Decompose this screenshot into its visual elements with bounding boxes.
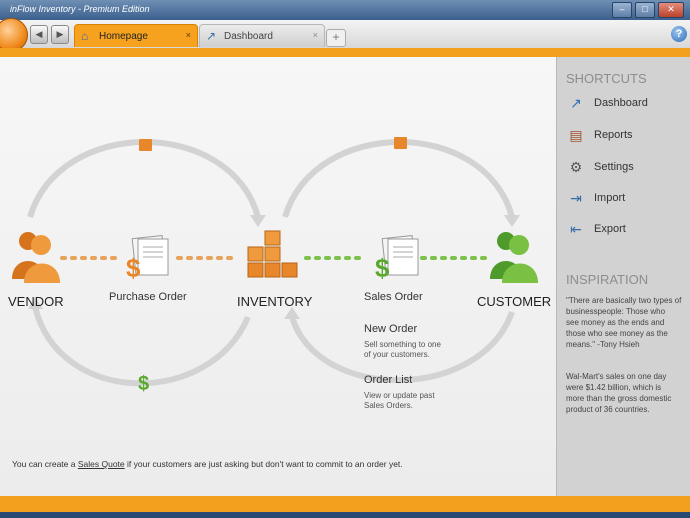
workflow-diagram: $ $ (12, 137, 538, 387)
tab-homepage[interactable]: ⌂ Homepage × (74, 24, 198, 47)
title-bar: inFlow Inventory - Premium Edition – □ ✕ (0, 0, 690, 20)
minimize-button[interactable]: – (612, 2, 632, 18)
vendor-people-icon[interactable] (12, 232, 60, 283)
dashboard-icon: ↗ (570, 95, 582, 111)
quote-line: "There are basically two types of (566, 296, 682, 305)
inventory-label[interactable]: INVENTORY (237, 294, 312, 309)
close-window-button[interactable]: ✕ (658, 2, 684, 18)
shortcut-export[interactable]: ⇤ Export (567, 219, 626, 239)
fact-line: Wal-Mart's sales on one day (566, 372, 667, 381)
purchase-order-link[interactable]: Purchase Order (109, 291, 187, 303)
svg-text:$: $ (375, 253, 390, 283)
tab-label: Homepage (99, 31, 148, 42)
shortcut-label: Settings (594, 161, 634, 173)
sales-order-link[interactable]: Sales Order (364, 291, 423, 303)
customer-label[interactable]: CUSTOMER (477, 294, 551, 309)
inspiration-fact: Wal-Mart's sales on one day were $1.42 b… (566, 371, 686, 415)
quote-line: those who see money as the (566, 329, 668, 338)
forward-button[interactable]: ▶ (51, 25, 69, 44)
box-marker-icon (394, 137, 407, 149)
new-order-desc-line1: Sell something to one (364, 340, 441, 349)
footer-text-post: if your customers are just asking but do… (124, 459, 403, 469)
vendor-label[interactable]: VENDOR (8, 294, 64, 309)
inventory-boxes-icon[interactable] (247, 230, 298, 278)
new-order-desc-line2: of your customers. (364, 350, 430, 359)
dashboard-icon: ↗ (206, 29, 217, 43)
quote-line: see money as the ends and (566, 318, 665, 327)
shortcut-reports[interactable]: ▤ Reports (567, 125, 633, 145)
sidebar: SHORTCUTS ↗ Dashboard ▤ Reports ⚙ Settin… (556, 57, 690, 496)
tab-close-icon[interactable]: × (313, 30, 318, 40)
fact-line: were $1.42 billion, which is (566, 383, 662, 392)
sales-order-document-icon[interactable]: $ (375, 234, 419, 283)
homepage-panel: $ $ VENDOR Purchase Order INVENTORY Sale… (0, 57, 556, 496)
window-title: inFlow Inventory - Premium Edition (10, 4, 150, 14)
inspiration-quote: "There are basically two types of busine… (566, 295, 686, 350)
bottom-status-bar (0, 496, 690, 518)
box-marker-icon (139, 139, 152, 151)
inspiration-heading: INSPIRATION (566, 272, 649, 287)
customer-people-icon[interactable] (490, 232, 538, 283)
reports-icon: ▤ (569, 127, 583, 143)
order-list-desc-line1: View or update past (364, 391, 435, 400)
footer-hint: You can create a Sales Quote if your cus… (12, 459, 403, 469)
home-icon: ⌂ (81, 29, 89, 43)
arrowhead-icon (250, 215, 266, 227)
tab-label: Dashboard (224, 31, 273, 42)
purchase-loop-top-arrow (27, 139, 261, 218)
shortcut-label: Reports (594, 129, 633, 141)
tab-underline-bar (0, 48, 690, 57)
arrowhead-icon (504, 215, 520, 227)
sales-loop-top-arrow (282, 139, 515, 218)
help-icon[interactable]: ? (671, 26, 687, 42)
new-tab-button[interactable]: + (326, 29, 346, 47)
svg-text:$: $ (126, 253, 141, 283)
shortcuts-heading: SHORTCUTS (566, 71, 647, 86)
fact-line: more than the gross domestic (566, 394, 672, 403)
maximize-button[interactable]: □ (635, 2, 655, 18)
tab-close-icon[interactable]: × (186, 30, 191, 40)
settings-gear-icon: ⚙ (569, 159, 583, 175)
purchase-loop-bottom-arrow (32, 306, 251, 387)
tab-dashboard[interactable]: ↗ Dashboard × (199, 24, 325, 47)
shortcut-import[interactable]: ⇥ Import (567, 188, 625, 208)
shortcut-settings[interactable]: ⚙ Settings (567, 157, 634, 177)
footer-text-pre: You can create a (12, 459, 78, 469)
back-button[interactable]: ◀ (30, 25, 48, 44)
payment-dollar-icon: $ (138, 373, 150, 395)
sales-quote-link[interactable]: Sales Quote (78, 459, 125, 469)
order-list-desc-line2: Sales Orders. (364, 401, 413, 410)
shortcut-label: Dashboard (594, 97, 648, 109)
fact-line: product of 36 countries. (566, 405, 650, 414)
order-list-link[interactable]: Order List (364, 374, 412, 386)
quote-line: businesspeople: Those who (566, 307, 666, 316)
import-icon: ⇥ (570, 190, 582, 206)
new-order-link[interactable]: New Order (364, 323, 417, 335)
shortcut-dashboard[interactable]: ↗ Dashboard (567, 93, 648, 113)
shortcut-label: Export (594, 223, 626, 235)
shortcut-label: Import (594, 192, 626, 204)
export-icon: ⇤ (570, 221, 582, 237)
quote-line: means." -Tony Hsieh (566, 340, 640, 349)
taskbar-strip (0, 512, 690, 518)
purchase-order-document-icon[interactable]: $ (126, 234, 169, 283)
